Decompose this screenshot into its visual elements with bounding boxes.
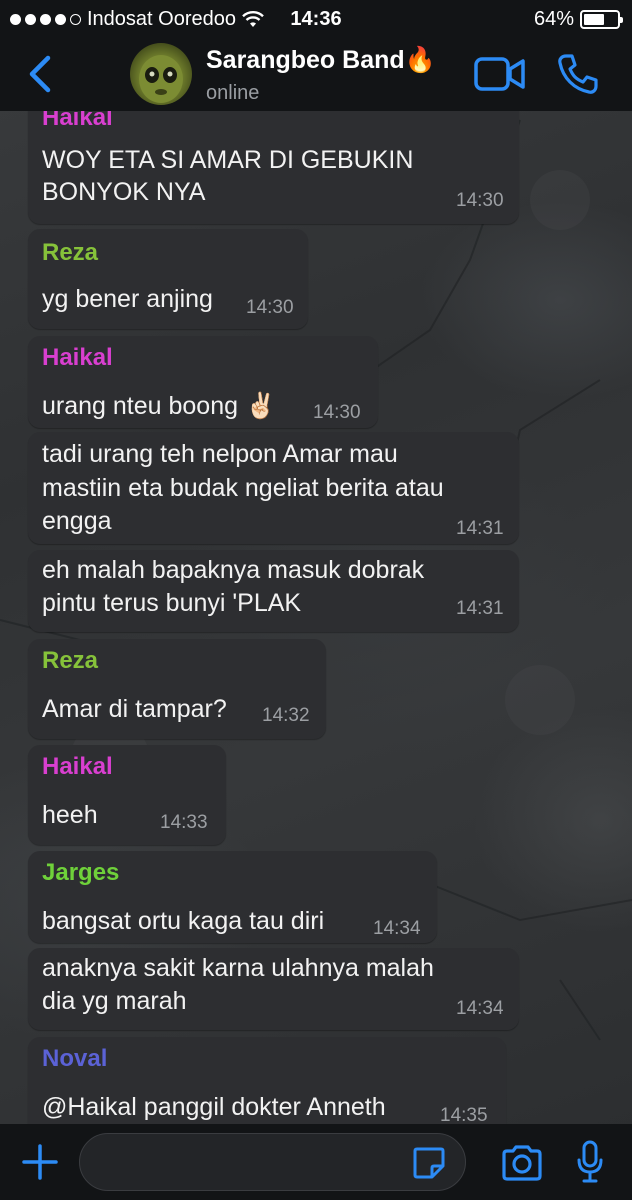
group-avatar[interactable] <box>130 43 192 105</box>
message-sender: Haikal <box>42 753 113 780</box>
message-text-line: Amar di tampar? <box>42 695 227 723</box>
message-bubble[interactable]: Reza yg bener anjing 14:30 <box>28 229 308 329</box>
message-text-line: dia yg marah <box>42 987 187 1015</box>
message-time: 14:31 <box>456 518 504 539</box>
camera-button[interactable] <box>500 1144 544 1182</box>
message-text-line: yg bener anjing <box>42 285 213 313</box>
message-text-line: engga <box>42 507 112 535</box>
message-bubble[interactable]: Haikal urang nteu boong ✌🏻 14:30 <box>28 336 378 428</box>
message-time: 14:32 <box>262 705 310 726</box>
phone-icon <box>558 54 598 94</box>
message-time: 14:31 <box>456 598 504 619</box>
message-text-line: urang nteu boong ✌🏻 <box>42 392 277 420</box>
battery-level <box>584 14 605 25</box>
message-time: 14:30 <box>246 297 294 318</box>
chat-header: Sarangbeo Band🔥 online <box>0 38 632 111</box>
microphone-icon <box>577 1140 603 1183</box>
message-bubble[interactable]: eh malah bapaknya masuk dobrak pintu ter… <box>28 550 519 632</box>
message-sender: Noval <box>42 1045 108 1072</box>
message-input[interactable] <box>79 1133 466 1191</box>
sticker-button[interactable] <box>412 1146 446 1180</box>
chat-status: online <box>206 82 260 104</box>
message-bubble[interactable]: tadi urang teh nelpon Amar mau mastiin e… <box>28 432 519 544</box>
message-bubble[interactable]: Reza Amar di tampar? 14:32 <box>28 639 326 739</box>
message-text-line: heeh <box>42 801 98 829</box>
camera-icon <box>502 1145 542 1181</box>
chat-title[interactable]: Sarangbeo Band🔥 <box>206 46 436 75</box>
message-text-line: eh malah bapaknya masuk dobrak <box>42 556 425 584</box>
attach-button[interactable] <box>20 1142 60 1182</box>
microphone-button[interactable] <box>576 1140 604 1184</box>
battery-percent: 64% <box>533 8 574 30</box>
message-text-line: tadi urang teh nelpon Amar mau <box>42 440 398 468</box>
back-button[interactable] <box>22 52 62 96</box>
message-sender: Reza <box>42 647 99 674</box>
message-bubble[interactable]: Noval @Haikal panggil dokter Anneth 14:3… <box>28 1037 506 1137</box>
message-sender: Reza <box>42 239 99 266</box>
battery-icon <box>580 10 623 29</box>
compose-bar <box>0 1124 632 1200</box>
message-bubble[interactable]: anaknya sakit karna ulahnya malah dia yg… <box>28 948 519 1030</box>
message-text-line: pintu terus bunyi 'PLAK <box>42 589 302 617</box>
voice-call-button[interactable] <box>556 52 600 96</box>
message-text-line: WOY ETA SI AMAR DI GEBUKIN <box>42 146 414 174</box>
plus-icon <box>22 1144 58 1180</box>
message-bubble[interactable]: Jarges bangsat ortu kaga tau diri 14:34 <box>28 851 437 943</box>
message-text-line: @Haikal panggil dokter Anneth <box>42 1093 386 1121</box>
chevron-left-icon <box>29 55 51 93</box>
message-time: 14:34 <box>456 998 504 1019</box>
battery-area: 64% <box>533 8 623 31</box>
message-time: 14:30 <box>313 402 361 423</box>
message-text-line: BONYOK NYA <box>42 178 206 206</box>
message-bubble[interactable]: Haikal heeh 14:33 <box>28 745 226 845</box>
video-call-button[interactable] <box>474 56 526 92</box>
sticker-icon <box>413 1147 445 1179</box>
message-text-line: anaknya sakit karna ulahnya malah <box>42 954 434 982</box>
message-text-line: mastiin eta budak ngeliat berita atau <box>42 474 444 502</box>
message-time: 14:34 <box>373 918 421 939</box>
message-sender: Jarges <box>42 859 120 886</box>
message-bubble[interactable]: Haikal WOY ETA SI AMAR DI GEBUKIN BONYOK… <box>28 94 519 224</box>
message-sender: Haikal <box>42 344 113 371</box>
video-camera-icon <box>474 57 525 91</box>
message-time: 14:30 <box>456 190 504 211</box>
message-time: 14:33 <box>160 812 208 833</box>
status-bar: Indosat Ooredoo 14:36 64% <box>0 0 632 38</box>
message-text-line: bangsat ortu kaga tau diri <box>42 907 325 935</box>
